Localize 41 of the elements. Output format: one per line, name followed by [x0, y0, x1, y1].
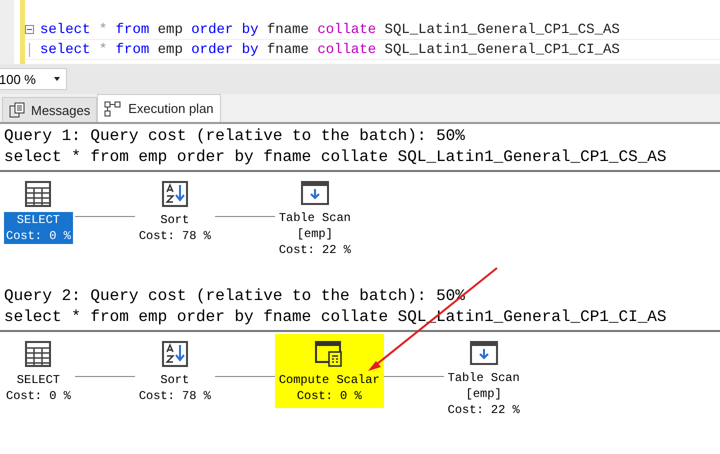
node-label: Cost: 78 %	[138, 228, 212, 244]
plan-node[interactable]: Sort Cost: 78 %	[134, 340, 215, 408]
plan-node[interactable]: Table Scan [emp] Cost: 22 %	[274, 180, 355, 262]
node-label: Cost: 0 %	[296, 388, 363, 404]
sort-icon	[160, 180, 189, 208]
change-margin	[20, 0, 25, 64]
table-scan-icon	[468, 340, 499, 366]
table-icon	[24, 180, 52, 208]
table-icon	[24, 340, 52, 368]
node-label: Cost: 0 %	[5, 228, 72, 244]
plan-node[interactable]: SELECT Cost: 0 %	[2, 340, 75, 408]
table-scan-icon	[300, 180, 330, 206]
results-tab[interactable]: Execution plan	[97, 94, 221, 122]
query-statement: select * from emp order by fname collate SQL_Latin1_General_CP1_CS_AS	[4, 147, 668, 168]
node-label: Compute Scalar	[278, 372, 381, 388]
plan-icon	[104, 100, 122, 116]
node-label: Sort	[159, 212, 190, 228]
node-label: Cost: 22 %	[446, 402, 521, 418]
plan-node[interactable]: Table Scan [emp] Cost: 22 %	[444, 340, 524, 422]
query-header: Query 1: Query cost (relative to the batch): 50%	[4, 126, 466, 147]
node-label: Cost: 22 %	[278, 242, 352, 258]
code-line: select * from emp order by fname collate SQL_Latin1_General_CP1_CS_AS	[40, 22, 620, 38]
messages-icon	[9, 102, 25, 118]
node-label: Cost: 78 %	[138, 388, 212, 404]
node-label: Table Scan	[278, 210, 352, 226]
code-line: select * from emp order by fname collate SQL_Latin1_General_CP1_CI_AS	[40, 42, 620, 58]
collapse-toggle[interactable]	[25, 25, 34, 34]
plan-node[interactable]: SELECT Cost: 0 %	[2, 180, 75, 248]
zoom-dropdown[interactable]: 100 %	[0, 68, 67, 90]
calculator-icon	[314, 340, 344, 368]
node-label: Sort	[159, 372, 190, 388]
node-label: [emp]	[296, 226, 334, 242]
node-label: [emp]	[464, 386, 503, 402]
plan-node[interactable]: Sort Cost: 78 %	[134, 180, 215, 248]
node-label: SELECT	[16, 212, 62, 228]
node-label: Cost: 0 %	[5, 388, 72, 404]
results-tab[interactable]: Messages	[2, 97, 98, 122]
node-label: SELECT	[16, 372, 62, 388]
sort-icon	[160, 340, 189, 368]
node-label: Table Scan	[446, 370, 521, 386]
plan-node[interactable]: Compute Scalar Cost: 0 %	[274, 334, 384, 408]
